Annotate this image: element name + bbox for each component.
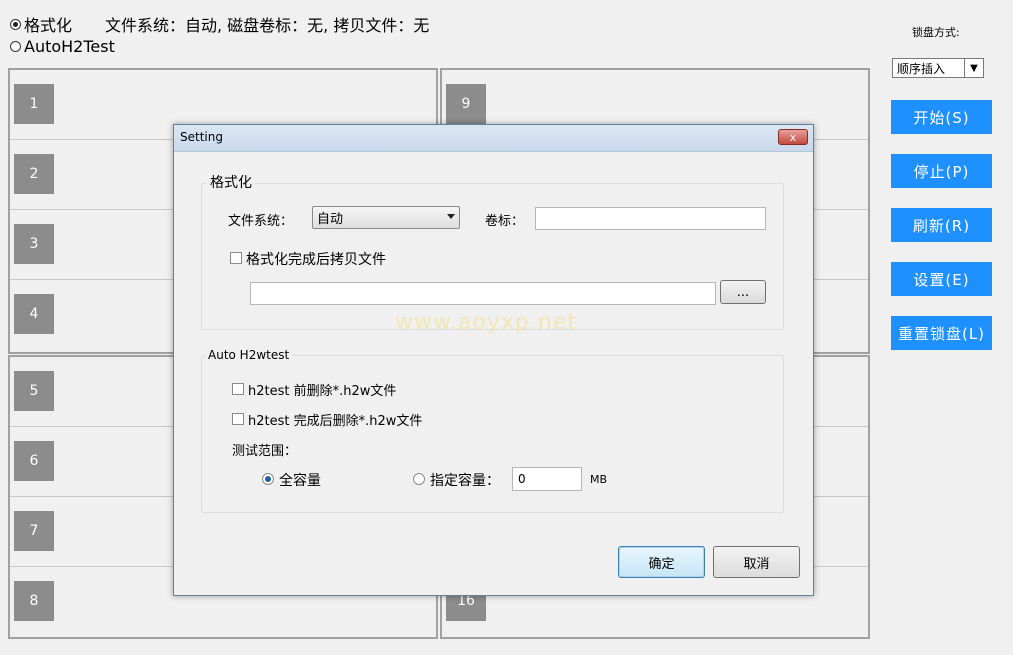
slot-number: 5 bbox=[14, 371, 54, 411]
watermark: www.aoyxp.net bbox=[395, 310, 577, 335]
chevron-down-icon[interactable]: ▼ bbox=[964, 59, 983, 77]
delete-after-label: h2test 完成后删除*.h2w文件 bbox=[248, 414, 423, 429]
settings-button[interactable]: 设置(E) bbox=[891, 262, 992, 296]
specified-capacity-radio[interactable] bbox=[413, 473, 425, 485]
volume-input[interactable] bbox=[535, 207, 766, 230]
slot-number: 2 bbox=[14, 154, 54, 194]
dialog-title: Setting bbox=[180, 130, 223, 144]
refresh-button[interactable]: 刷新(R) bbox=[891, 208, 992, 242]
test-range-label: 测试范围： bbox=[232, 444, 298, 459]
autoh2test-label: AutoH2Test bbox=[24, 37, 115, 56]
delete-before-label: h2test 前删除*.h2w文件 bbox=[248, 384, 397, 399]
start-button[interactable]: 开始(S) bbox=[891, 100, 992, 134]
format-summary: 文件系统：自动, 磁盘卷标：无, 拷贝文件：无 bbox=[105, 16, 430, 35]
h2test-group-label: Auto H2wtest bbox=[205, 348, 293, 362]
fs-value: 自动 bbox=[317, 212, 344, 227]
slot-number: 6 bbox=[14, 441, 54, 481]
format-radio[interactable] bbox=[10, 18, 21, 30]
lock-mode-select[interactable]: 顺序插入 ▼ bbox=[892, 58, 984, 78]
copy-after-format-checkbox[interactable] bbox=[230, 252, 242, 264]
lock-mode-value: 顺序插入 bbox=[897, 61, 946, 76]
fs-select[interactable]: 自动 bbox=[312, 206, 460, 229]
mode-autoh2test-option[interactable]: AutoH2Test bbox=[10, 37, 115, 56]
full-capacity-label: 全容量 bbox=[279, 473, 321, 489]
volume-label: 卷标： bbox=[485, 214, 525, 229]
reset-lock-button[interactable]: 重置锁盘(L) bbox=[891, 316, 992, 350]
capacity-input[interactable]: 0 bbox=[512, 467, 582, 491]
lock-mode-label: 锁盘方式: bbox=[912, 26, 960, 39]
slot-number: 9 bbox=[446, 84, 486, 124]
stop-button[interactable]: 停止(P) bbox=[891, 154, 992, 188]
full-capacity-radio[interactable] bbox=[262, 473, 274, 485]
slot-number: 3 bbox=[14, 224, 54, 264]
ok-button[interactable]: 确定 bbox=[618, 546, 705, 578]
format-group-label: 格式化 bbox=[207, 172, 255, 192]
delete-before-checkbox[interactable] bbox=[232, 383, 244, 395]
slot-number: 8 bbox=[14, 581, 54, 621]
slot-number: 1 bbox=[14, 84, 54, 124]
cancel-button[interactable]: 取消 bbox=[713, 546, 800, 578]
settings-dialog: Setting x 格式化 文件系统： 自动 卷标： 格式化完成后拷贝文件 ..… bbox=[173, 124, 814, 596]
delete-after-checkbox[interactable] bbox=[232, 413, 244, 425]
slot-number: 4 bbox=[14, 294, 54, 334]
slot-number: 7 bbox=[14, 511, 54, 551]
capacity-unit: MB bbox=[590, 473, 608, 486]
copy-after-format-label: 格式化完成后拷贝文件 bbox=[246, 252, 386, 268]
close-icon[interactable]: x bbox=[778, 129, 808, 145]
dialog-title-bar[interactable]: Setting x bbox=[174, 125, 813, 152]
copy-path-input[interactable] bbox=[250, 282, 716, 305]
browse-button[interactable]: ... bbox=[720, 280, 766, 304]
format-label: 格式化 bbox=[24, 16, 73, 35]
mode-format-option[interactable]: 格式化 bbox=[10, 12, 72, 36]
fs-label: 文件系统： bbox=[228, 214, 294, 229]
specified-capacity-label: 指定容量： bbox=[430, 473, 500, 489]
chevron-down-icon bbox=[447, 214, 455, 219]
autoh2test-radio[interactable] bbox=[10, 41, 21, 52]
